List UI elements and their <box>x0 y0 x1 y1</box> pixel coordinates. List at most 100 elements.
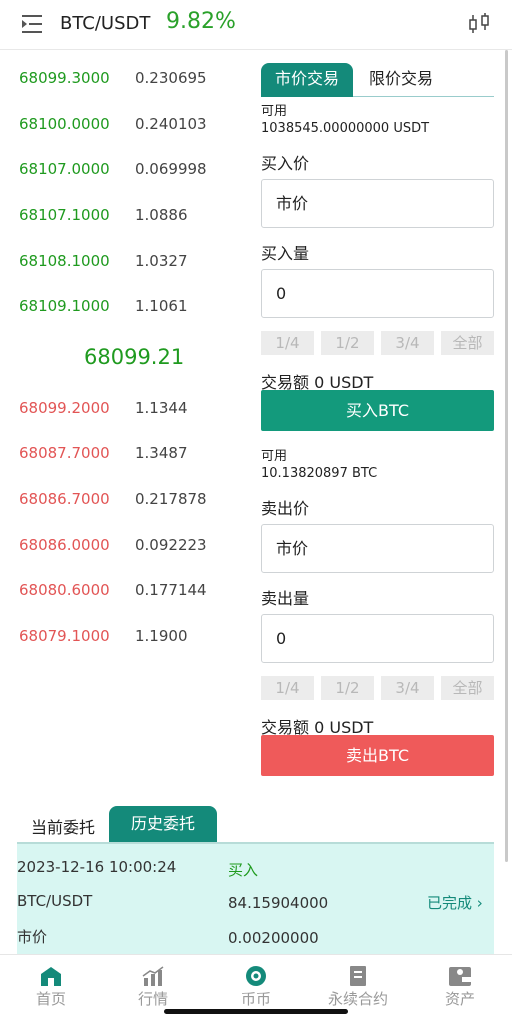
sell-price-input[interactable] <box>262 525 493 572</box>
ask-row[interactable]: 68100.0000 0.240103 <box>0 115 250 139</box>
sell-amount-input[interactable] <box>262 615 493 662</box>
nav-label: 首页 <box>35 990 66 1008</box>
ask-qty: 0.230695 <box>135 69 207 87</box>
buy-amount-label: 买入量 <box>261 244 310 263</box>
bid-price: 68086.7000 <box>19 490 110 508</box>
buy-price-input[interactable] <box>262 180 493 227</box>
ask-price: 68107.0000 <box>19 160 110 178</box>
buy-percent-quarter[interactable]: 1/4 <box>261 331 314 355</box>
sell-price-field[interactable] <box>261 524 494 573</box>
bid-price: 68086.0000 <box>19 536 110 554</box>
sell-percent-half[interactable]: 1/2 <box>321 676 374 700</box>
ask-qty: 0.069998 <box>135 160 207 178</box>
ask-price: 68109.1000 <box>19 297 110 315</box>
bid-qty: 1.1344 <box>135 399 188 417</box>
order-side: 买入 <box>228 861 259 879</box>
menu-icon[interactable] <box>20 13 44 35</box>
ask-qty: 1.0886 <box>135 206 188 224</box>
bid-qty: 1.1900 <box>135 627 188 645</box>
order-type: 市价 <box>17 928 48 946</box>
sell-available-value: 10.13820897 BTC <box>261 466 378 481</box>
nav-label: 行情 <box>137 990 168 1008</box>
nav-market[interactable]: 行情 <box>108 955 198 1011</box>
tab-market-trade[interactable]: 市价交易 <box>261 63 353 97</box>
bid-row[interactable]: 68099.2000 1.1344 <box>0 399 250 423</box>
buy-percent-all[interactable]: 全部 <box>441 331 494 355</box>
order-status-label: 已完成 <box>427 894 473 912</box>
order-amount: 0.00200000 <box>228 929 319 947</box>
buy-available-label: 可用 <box>261 104 288 119</box>
trade-page: BTC/USDT 9.82% 68099.3000 0.230695 68100.… <box>0 0 512 1024</box>
wallet-icon <box>449 967 471 986</box>
buy-percent-row: 1/4 1/2 3/4 全部 <box>261 331 494 355</box>
change-percent: 9.82% <box>166 9 236 34</box>
sell-percent-quarter[interactable]: 1/4 <box>261 676 314 700</box>
bid-qty: 0.177144 <box>135 581 207 599</box>
buy-percent-three-quarter[interactable]: 3/4 <box>381 331 434 355</box>
ask-price: 68108.1000 <box>19 252 110 270</box>
trade-tabs: 市价交易 限价交易 <box>261 63 494 97</box>
order-time: 2023-12-16 10:00:24 <box>17 858 177 876</box>
nav-label: 永续合约 <box>327 990 388 1008</box>
bid-qty: 0.092223 <box>135 536 207 554</box>
ask-row[interactable]: 68107.0000 0.069998 <box>0 160 250 184</box>
nav-home[interactable]: 首页 <box>6 955 96 1011</box>
sell-price-label: 卖出价 <box>261 499 310 518</box>
order-history-item[interactable]: 2023-12-16 10:00:24 买入 BTC/USDT 84.15904… <box>17 842 494 954</box>
sell-percent-three-quarter[interactable]: 3/4 <box>381 676 434 700</box>
top-bar: BTC/USDT 9.82% <box>0 0 512 50</box>
tab-order-history[interactable]: 历史委托 <box>109 806 217 842</box>
tab-current-orders[interactable]: 当前委托 <box>31 814 95 838</box>
bid-row[interactable]: 68079.1000 1.1900 <box>0 627 250 651</box>
bid-price: 68087.7000 <box>19 444 110 462</box>
pair-title[interactable]: BTC/USDT <box>60 13 150 34</box>
scrollbar[interactable] <box>505 50 508 862</box>
ask-price: 68100.0000 <box>19 115 110 133</box>
ask-qty: 1.1061 <box>135 297 188 315</box>
nav-perpetual[interactable]: 永续合约 <box>313 955 403 1011</box>
ask-row[interactable]: 68107.1000 1.0886 <box>0 206 250 230</box>
order-tabs: 当前委托 历史委托 <box>17 806 497 842</box>
buy-amount-input[interactable] <box>262 270 493 317</box>
bid-price: 68099.2000 <box>19 399 110 417</box>
tab-limit-trade[interactable]: 限价交易 <box>361 63 441 97</box>
sell-button[interactable]: 卖出BTC <box>261 735 494 776</box>
contract-icon <box>350 966 366 986</box>
bid-qty: 1.3487 <box>135 444 188 462</box>
buy-button[interactable]: 买入BTC <box>261 390 494 431</box>
chevron-right-icon: › <box>476 894 483 912</box>
chart-bars-icon <box>142 966 164 986</box>
sell-available-label: 可用 <box>261 449 288 464</box>
nav-label: 币币 <box>240 990 271 1008</box>
order-pair: BTC/USDT <box>17 892 93 910</box>
sell-percent-all[interactable]: 全部 <box>441 676 494 700</box>
order-status[interactable]: 已完成 › <box>427 892 483 913</box>
bid-price: 68079.1000 <box>19 627 110 645</box>
ask-qty: 0.240103 <box>135 115 207 133</box>
ask-price: 68107.1000 <box>19 206 110 224</box>
buy-available-value: 1038545.00000000 USDT <box>261 121 430 136</box>
nav-spot[interactable]: 币币 <box>211 955 301 1011</box>
nav-assets[interactable]: 资产 <box>415 955 505 1011</box>
ask-row[interactable]: 68108.1000 1.0327 <box>0 252 250 276</box>
coin-icon <box>246 966 266 986</box>
sell-amount-field[interactable] <box>261 614 494 663</box>
buy-price-label: 买入价 <box>261 154 310 173</box>
bid-row[interactable]: 68080.6000 0.177144 <box>0 581 250 605</box>
home-icon <box>41 967 61 986</box>
ask-qty: 1.0327 <box>135 252 188 270</box>
ask-row[interactable]: 68099.3000 0.230695 <box>0 69 250 93</box>
nav-label: 资产 <box>444 990 475 1008</box>
bid-row[interactable]: 68086.7000 0.217878 <box>0 490 250 514</box>
candlestick-chart-icon[interactable] <box>466 12 492 36</box>
bid-row[interactable]: 68086.0000 0.092223 <box>0 536 250 560</box>
buy-price-field[interactable] <box>261 179 494 228</box>
ask-row[interactable]: 68109.1000 1.1061 <box>0 297 250 321</box>
buy-percent-half[interactable]: 1/2 <box>321 331 374 355</box>
buy-amount-field[interactable] <box>261 269 494 318</box>
bid-row[interactable]: 68087.7000 1.3487 <box>0 444 250 468</box>
sell-percent-row: 1/4 1/2 3/4 全部 <box>261 676 494 700</box>
ask-price: 68099.3000 <box>19 69 110 87</box>
order-price: 84.15904000 <box>228 894 329 912</box>
last-price: 68099.21 <box>84 345 185 369</box>
